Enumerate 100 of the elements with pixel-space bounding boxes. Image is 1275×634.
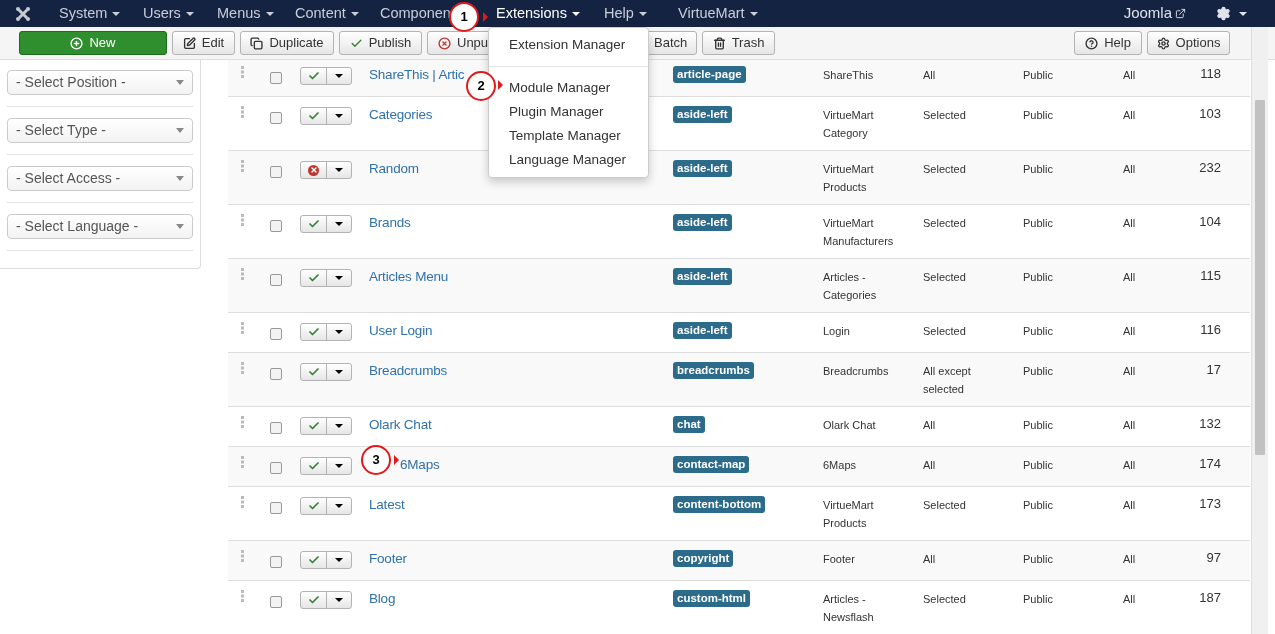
trash-button[interactable]: Trash bbox=[702, 31, 775, 55]
new-button[interactable]: New bbox=[19, 31, 167, 55]
filter-select[interactable]: - Select Access - bbox=[7, 166, 193, 191]
access-text: Public bbox=[1023, 163, 1053, 175]
access-text: Public bbox=[1023, 499, 1053, 511]
row-checkbox[interactable] bbox=[270, 220, 282, 232]
status-toggle[interactable] bbox=[300, 457, 352, 475]
settings-menu[interactable] bbox=[1216, 6, 1247, 21]
position-label: aside-left bbox=[673, 160, 732, 177]
module-type: VirtueMart Manufacturers bbox=[823, 216, 895, 249]
language-text: All bbox=[1123, 499, 1136, 511]
copy-icon bbox=[250, 36, 264, 50]
id-text: 115 bbox=[1200, 268, 1221, 283]
status-toggle[interactable] bbox=[300, 323, 352, 341]
row-checkbox[interactable] bbox=[270, 166, 282, 178]
status-toggle[interactable] bbox=[300, 107, 352, 125]
help-icon bbox=[1085, 36, 1099, 50]
access-text: Public bbox=[1023, 271, 1053, 283]
status-toggle[interactable] bbox=[300, 161, 352, 179]
position-label: content-bottom bbox=[673, 496, 766, 513]
access-text: Public bbox=[1023, 459, 1053, 471]
row-checkbox[interactable] bbox=[270, 502, 282, 514]
dropdown-item[interactable]: Plugin Manager bbox=[489, 100, 648, 124]
dropdown-item[interactable]: Language Manager bbox=[489, 148, 648, 172]
caret-icon bbox=[335, 74, 343, 78]
row-checkbox[interactable] bbox=[270, 72, 282, 84]
pages-text: Selected bbox=[923, 592, 967, 607]
module-title-link[interactable]: Categories bbox=[369, 106, 433, 124]
id-text: 187 bbox=[1199, 590, 1221, 605]
row-checkbox[interactable] bbox=[270, 112, 282, 124]
module-title-link[interactable]: User Login bbox=[369, 322, 433, 340]
module-title-link[interactable]: Footer bbox=[369, 550, 407, 568]
site-link[interactable]: Joomla bbox=[1123, 2, 1186, 25]
row-checkbox[interactable] bbox=[270, 422, 282, 434]
caret-icon bbox=[185, 11, 194, 16]
module-type: ShareThis bbox=[823, 68, 875, 83]
status-toggle[interactable] bbox=[300, 215, 352, 233]
module-title-link[interactable]: Random bbox=[369, 160, 419, 178]
edit-button[interactable]: Edit bbox=[172, 31, 235, 55]
menu-item[interactable]: VirtueMart bbox=[678, 2, 758, 25]
help-button[interactable]: Help bbox=[1074, 31, 1142, 55]
drag-handle-icon bbox=[241, 590, 244, 602]
menu-item[interactable]: Extensions bbox=[496, 2, 580, 25]
row-checkbox[interactable] bbox=[270, 368, 282, 380]
row-checkbox[interactable] bbox=[270, 274, 282, 286]
access-text: Public bbox=[1023, 69, 1053, 81]
status-toggle[interactable] bbox=[300, 551, 352, 569]
filter-select[interactable]: - Select Language - bbox=[7, 214, 193, 239]
language-text: All bbox=[1123, 217, 1136, 229]
menu-item[interactable]: Help bbox=[604, 2, 647, 25]
module-title-link[interactable]: Brands bbox=[369, 214, 411, 232]
menu-item[interactable]: System bbox=[59, 2, 121, 25]
module-type: VirtueMart Products bbox=[823, 498, 875, 531]
filter-select[interactable]: - Select Position - bbox=[7, 70, 193, 95]
dropdown-item[interactable]: Template Manager bbox=[489, 124, 648, 148]
caret-icon bbox=[176, 128, 184, 133]
duplicate-button[interactable]: Duplicate bbox=[240, 31, 334, 55]
status-toggle[interactable] bbox=[300, 591, 352, 609]
pages-text: All bbox=[923, 552, 937, 567]
caret-icon bbox=[749, 11, 758, 16]
position-label: contact-map bbox=[673, 456, 750, 473]
module-type: Articles - Categories bbox=[823, 270, 878, 303]
menu-item[interactable]: Componen bbox=[380, 2, 451, 25]
status-toggle[interactable] bbox=[300, 269, 352, 287]
x-circle-icon bbox=[438, 36, 451, 50]
pages-text: All bbox=[923, 458, 937, 473]
access-text: Public bbox=[1023, 109, 1053, 121]
module-title-link[interactable]: 6Maps bbox=[400, 456, 440, 474]
module-title-link[interactable]: ShareThis | Artic bbox=[369, 66, 465, 84]
status-toggle[interactable] bbox=[300, 363, 352, 381]
status-toggle[interactable] bbox=[300, 497, 352, 515]
menu-item[interactable]: Content bbox=[295, 2, 359, 25]
publish-button[interactable]: Publish bbox=[339, 31, 422, 55]
position-label: aside-left bbox=[673, 214, 732, 231]
menu-item[interactable]: Menus bbox=[217, 2, 274, 25]
caret-icon bbox=[638, 11, 647, 16]
pencil-icon bbox=[182, 36, 196, 50]
status-toggle[interactable] bbox=[300, 67, 352, 85]
filter-select[interactable]: - Select Type - bbox=[7, 118, 193, 143]
row-checkbox[interactable] bbox=[270, 596, 282, 608]
row-checkbox[interactable] bbox=[270, 556, 282, 568]
options-button[interactable]: Options bbox=[1147, 31, 1230, 55]
row-checkbox[interactable] bbox=[270, 462, 282, 474]
pages-text: Selected bbox=[923, 498, 967, 513]
module-type: VirtueMart Products bbox=[823, 162, 875, 195]
access-text: Public bbox=[1023, 593, 1053, 605]
module-title-link[interactable]: Blog bbox=[369, 590, 396, 608]
module-title-link[interactable]: Latest bbox=[369, 496, 405, 514]
trash-icon bbox=[712, 36, 726, 50]
caret-icon bbox=[335, 598, 343, 602]
status-toggle[interactable] bbox=[300, 417, 352, 435]
pages-text: All bbox=[923, 68, 937, 83]
module-title-link[interactable]: Breadcrumbs bbox=[369, 362, 448, 380]
module-title-link[interactable]: Olark Chat bbox=[369, 416, 432, 434]
pages-text: Selected bbox=[923, 324, 967, 339]
menu-item[interactable]: Users bbox=[143, 2, 194, 25]
module-type: Articles - Newsflash bbox=[823, 592, 875, 625]
row-checkbox[interactable] bbox=[270, 328, 282, 340]
module-title-link[interactable]: Articles Menu bbox=[369, 268, 449, 286]
position-label: aside-left bbox=[673, 106, 732, 123]
